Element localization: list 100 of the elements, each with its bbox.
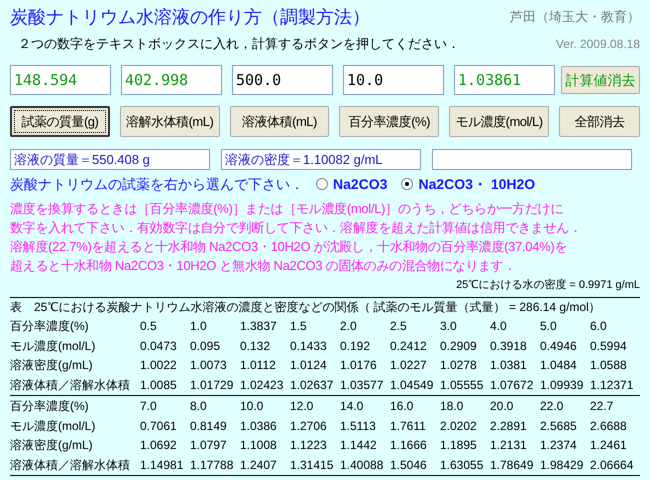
instruction-text: ２つの数字をテキストボックスに入れ，計算するボタンを押してください．: [17, 35, 460, 54]
table-cell-text: 0.3918: [490, 338, 528, 355]
table-cell-text: 2.5685: [540, 418, 578, 435]
row-header: モル濃度(mol/L): [10, 338, 96, 355]
table-cell-text: 1.0022: [140, 357, 178, 374]
table-cell-text: 1.7611: [390, 418, 427, 435]
table-cell-text: 5.0: [540, 318, 558, 336]
table-cell-text: 0.5: [140, 318, 158, 336]
table-cell-text: 1.1895: [440, 437, 478, 454]
result-field[interactable]: 溶液の質量＝550.408 g: [10, 149, 210, 170]
table-cell-text: 1.0176: [340, 357, 378, 374]
table-cell-text: 1.2461: [590, 437, 628, 454]
calc-button[interactable]: 溶液体積(mL): [230, 106, 330, 137]
table-cell-text: 6.0: [590, 318, 608, 336]
table-cell-text: 18.0: [440, 398, 464, 416]
table-cell-text: 1.0381: [490, 357, 528, 374]
table-cell-text: 1.63055: [440, 456, 484, 474]
table-cell-text: 1.98429: [540, 456, 584, 474]
table-cell-text: 1.02423: [240, 376, 284, 394]
table-cell-text: 1.1008: [240, 437, 278, 454]
table-cell-text: 4.0: [490, 318, 508, 336]
table-cell-text: 1.02637: [290, 376, 334, 394]
table-cell-text: 1.0: [190, 318, 208, 336]
radio-button[interactable]: [316, 178, 328, 190]
table-cell-text: 12.0: [290, 398, 314, 416]
table-cell-text: 0.1433: [290, 338, 328, 355]
table-cell-text: 1.09939: [540, 376, 584, 394]
calc-button[interactable]: 試薬の質量(g): [10, 106, 110, 137]
table-cell-text: 1.12371: [590, 376, 634, 394]
note-text: 数字を入れて下さい．有効数字は自分で判断して下さい．溶解度を超えた計算値は信用できません．: [10, 219, 583, 237]
table-cell-text: 1.0073: [190, 357, 228, 374]
row-header: 溶液体積／溶解水体積: [10, 376, 131, 394]
table-cell-text: 1.0124: [290, 357, 328, 374]
radio-button[interactable]: [401, 178, 414, 190]
table-cell-text: 14.0: [340, 398, 364, 416]
table-caption: 表 25℃における炭酸ナトリウム水溶液の濃度と密度などの関係（ 試薬のモル質量（式量） = 286.14 g/mol）: [10, 299, 601, 316]
row-header: 溶液密度(g/mL): [10, 357, 94, 374]
table-cell-text: 1.0484: [540, 357, 578, 374]
table-cell-text: 3.0: [440, 318, 458, 336]
table-cell-text: 1.0797: [190, 437, 228, 454]
table-cell-text: 0.8149: [190, 418, 228, 435]
table-cell-text: 1.17788: [190, 456, 234, 474]
table-cell-text: 1.0085: [140, 376, 178, 394]
table-cell-text: 16.0: [390, 398, 414, 416]
row-header: 溶液体積／溶解水体積: [10, 456, 131, 474]
table-cell-text: 0.2909: [440, 338, 478, 355]
table-cell-text: 8.0: [190, 398, 208, 416]
result-field[interactable]: 溶液の密度＝1.10082 g/mL: [221, 149, 421, 170]
table-cell-text: 1.5046: [390, 456, 428, 474]
table-cell-text: 1.2706: [290, 418, 328, 435]
table-cell-text: 1.1223: [290, 437, 328, 454]
table-cell-text: 2.5: [390, 318, 408, 336]
table-cell-text: 0.5994: [590, 338, 628, 355]
table-cell-text: 1.5113: [340, 418, 377, 435]
radio-label[interactable]: Na2CO3・ 10H2O: [418, 174, 536, 194]
table-cell-text: 1.0112: [240, 357, 277, 374]
table-cell-text: 0.132: [240, 338, 272, 355]
table-cell-text: 0.2412: [390, 338, 428, 355]
table-cell-text: 1.78649: [490, 456, 534, 474]
calc-button[interactable]: モル濃度(mol/L): [449, 106, 549, 137]
input-field[interactable]: 402.998: [121, 65, 222, 95]
table-cell-text: 1.40088: [340, 456, 384, 474]
table-cell-text: 1.07672: [490, 376, 534, 394]
radio-label[interactable]: Na2CO3: [333, 174, 388, 194]
table-cell-text: 0.095: [190, 338, 222, 355]
row-header: モル濃度(mol/L): [10, 418, 96, 435]
table-cell-text: 0.4946: [540, 338, 578, 355]
table-cell-text: 1.1442: [340, 437, 378, 454]
table-cell-text: 1.0692: [140, 437, 178, 454]
page-title: 炭酸ナトリウム水溶液の作り方（調製方法）: [10, 6, 370, 28]
table-cell-text: 2.0202: [440, 418, 478, 435]
table-cell-text: 1.04549: [390, 376, 434, 394]
table-cell-text: 0.192: [340, 338, 372, 355]
table-cell-text: 22.0: [540, 398, 564, 416]
reagent-prompt: 炭酸ナトリウムの試薬を右から選んで下さい．: [10, 174, 304, 194]
table-cell-text: 1.2374: [540, 437, 578, 454]
input-field[interactable]: 500.0: [232, 65, 333, 95]
note-text: 超えると十水和物 Na2CO3・10H2O と無水物 Na2CO3 の固体のみの混合物になります．: [10, 257, 518, 275]
calc-button[interactable]: 溶解水体積(mL): [120, 106, 220, 137]
table-cell-text: 10.0: [240, 398, 264, 416]
table-cell-text: 1.01729: [190, 376, 234, 394]
input-field[interactable]: 10.0: [343, 65, 444, 95]
table-cell-text: 1.5: [290, 318, 308, 336]
table-cell-text: 1.31415: [290, 456, 334, 474]
table-cell-text: 1.05555: [440, 376, 484, 394]
calc-button[interactable]: 全部消去: [559, 106, 640, 137]
table-cell-text: 1.2131: [490, 437, 528, 454]
table-cell-text: 1.0386: [240, 418, 278, 435]
table-cell-text: 2.2891: [490, 418, 528, 435]
author-label: 芦田（埼玉大・教育）: [510, 8, 640, 26]
table-cell-text: 1.14981: [140, 456, 184, 474]
calc-button[interactable]: 百分率濃度(%): [339, 106, 440, 137]
result-field[interactable]: [432, 149, 632, 170]
table-cell-text: 1.0278: [440, 357, 478, 374]
note-text: 溶解度(22.7%)を超えると十水和物 Na2CO3・10H2O が沈殿し，十水和物の百分率濃度(37.04%)を: [10, 238, 568, 256]
input-field[interactable]: 1.03861: [454, 65, 555, 95]
table-cell-text: 1.1666: [390, 437, 428, 454]
input-field[interactable]: 148.594: [10, 65, 111, 95]
water-density-label: 25℃における水の密度 = 0.9971 g/mL: [456, 278, 640, 293]
table-cell-text: 2.0: [340, 318, 358, 336]
